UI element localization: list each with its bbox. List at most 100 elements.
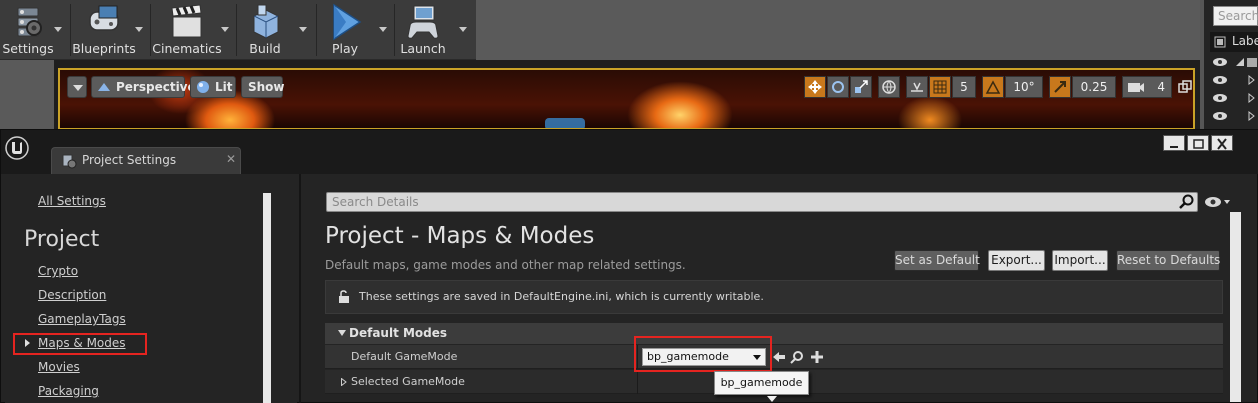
column-splitter[interactable] — [637, 370, 638, 394]
property-label: Selected GameMode — [351, 375, 465, 388]
build-button[interactable]: Build — [238, 2, 292, 58]
scale-snap-value[interactable]: 0.25 — [1072, 76, 1116, 98]
blueprints-dropdown-arrow[interactable] — [134, 26, 144, 34]
export-button[interactable]: Export... — [988, 250, 1045, 271]
reset-to-defaults-button[interactable]: Reset to Defaults — [1116, 250, 1220, 271]
expand-icon[interactable] — [1248, 111, 1256, 121]
nav-item-gameplaytags[interactable]: GameplayTags — [38, 312, 126, 326]
unlocked-icon — [339, 290, 349, 303]
clapperboard-icon — [171, 4, 202, 38]
outliner-row[interactable] — [1212, 73, 1258, 89]
settings-dropdown-arrow[interactable] — [53, 26, 63, 34]
nav-item-maps-modes[interactable]: Maps & Modes — [38, 336, 126, 350]
outliner-row[interactable] — [1212, 109, 1258, 125]
search-icon[interactable] — [1179, 194, 1195, 210]
toolbar-separator — [236, 4, 237, 56]
launch-dropdown-arrow[interactable] — [458, 26, 468, 34]
default-gamemode-combo[interactable]: bp_gamemode — [642, 348, 766, 366]
unreal-editor: Settings Blueprints Cinematics Build Pla… — [0, 0, 1258, 403]
collapse-arrow-icon[interactable] — [338, 330, 346, 336]
nav-item-crypto[interactable]: Crypto — [38, 264, 78, 278]
visibility-header-icon — [1214, 36, 1226, 48]
rotate-tool-button[interactable] — [827, 76, 849, 98]
viewport-options-button[interactable] — [67, 76, 87, 98]
rotation-snap-value[interactable]: 10° — [1005, 76, 1043, 98]
settings-gear-icon — [62, 154, 77, 169]
outliner-row[interactable] — [1212, 91, 1258, 107]
launch-button[interactable]: Launch — [396, 2, 450, 58]
close-button[interactable] — [1211, 135, 1233, 151]
minimize-button[interactable] — [1163, 135, 1185, 151]
play-label: Play — [331, 41, 359, 56]
build-dropdown-arrow[interactable] — [298, 26, 308, 34]
settings-label: Settings — [2, 41, 54, 56]
cinematics-label: Cinematics — [152, 41, 222, 56]
restore-button[interactable] — [1187, 135, 1209, 151]
tab-close-icon[interactable]: ✕ — [226, 152, 236, 166]
nav-scrollbar[interactable] — [263, 193, 271, 403]
tab-label: Project Settings — [82, 153, 177, 167]
camera-speed-button[interactable]: 4 — [1122, 76, 1172, 98]
eye-icon[interactable] — [1212, 57, 1228, 67]
use-selected-arrow-icon[interactable] — [772, 350, 786, 364]
details-scrollbar[interactable] — [1230, 212, 1241, 402]
eye-icon[interactable] — [1212, 93, 1228, 103]
scale-snap-button[interactable] — [1049, 76, 1071, 98]
blueprints-button[interactable]: Blueprints — [72, 2, 136, 58]
property-label: Default GameMode — [351, 350, 458, 363]
outliner-row[interactable] — [1212, 55, 1258, 71]
search-details-input[interactable]: Search Details — [326, 192, 1198, 212]
view-options-icon[interactable] — [1204, 196, 1232, 208]
main-toolbar: Settings Blueprints Cinematics Build Pla… — [0, 0, 476, 60]
category-default-modes[interactable]: Default Modes — [325, 323, 1223, 344]
cinematics-dropdown-arrow[interactable] — [220, 26, 230, 34]
show-button[interactable]: Show — [241, 76, 285, 98]
settings-button[interactable]: Settings — [0, 2, 56, 58]
angle-icon — [985, 80, 1001, 94]
scale-tool-button[interactable] — [850, 76, 872, 98]
globe-icon — [882, 80, 896, 94]
expand-icon[interactable] — [1248, 93, 1256, 103]
level-viewport[interactable]: Perspective Lit Show 5 10° 0.25 4 — [58, 68, 1195, 130]
grid-icon — [933, 80, 947, 94]
expand-icon[interactable] — [1248, 75, 1256, 85]
lit-button[interactable]: Lit — [190, 76, 236, 98]
build-icon — [253, 4, 279, 39]
camera-speed-value: 4 — [1157, 80, 1165, 94]
grid-snap-button[interactable] — [929, 76, 951, 98]
cinematics-button[interactable]: Cinematics — [152, 2, 222, 58]
eye-icon[interactable] — [1212, 75, 1228, 85]
play-button[interactable]: Play — [320, 2, 370, 58]
grid-snap-value[interactable]: 5 — [952, 76, 976, 98]
nav-item-packaging[interactable]: Packaging — [38, 384, 99, 398]
tooltip: bp_gamemode — [714, 371, 809, 395]
rotation-snap-button[interactable] — [982, 76, 1004, 98]
translate-tool-button[interactable] — [804, 76, 826, 98]
config-info-bar: These settings are saved in DefaultEngin… — [325, 280, 1223, 314]
play-dropdown-arrow[interactable] — [378, 26, 388, 34]
minimize-icon — [1170, 146, 1178, 148]
world-space-button[interactable] — [878, 76, 900, 98]
browse-search-icon[interactable] — [790, 350, 804, 364]
import-button[interactable]: Import... — [1052, 250, 1108, 271]
eye-icon[interactable] — [1212, 111, 1228, 121]
maximize-viewport-button[interactable] — [1178, 79, 1192, 93]
camera-icon — [1128, 83, 1144, 92]
add-icon[interactable] — [810, 350, 824, 364]
perspective-button[interactable]: Perspective — [91, 76, 196, 98]
nav-item-description[interactable]: Description — [38, 288, 106, 302]
config-info-text: These settings are saved in DefaultEngin… — [359, 290, 764, 303]
nav-item-movies[interactable]: Movies — [38, 360, 80, 374]
expand-icon[interactable] — [1236, 58, 1244, 66]
tab-project-settings[interactable]: Project Settings ✕ — [51, 147, 241, 174]
toolbar-separator — [394, 4, 395, 56]
page-subtitle: Default maps, game modes and other map r… — [325, 258, 686, 272]
set-as-default-button[interactable]: Set as Default — [894, 250, 980, 271]
nav-all-settings[interactable]: All Settings — [38, 194, 106, 208]
panel-splitter[interactable] — [299, 174, 301, 403]
surface-snapping-button[interactable] — [906, 76, 928, 98]
perspective-label: Perspective — [116, 80, 196, 94]
expand-arrow-icon[interactable] — [341, 378, 347, 386]
build-label: Build — [249, 41, 281, 56]
outliner-search-input[interactable]: Search — [1213, 6, 1258, 26]
